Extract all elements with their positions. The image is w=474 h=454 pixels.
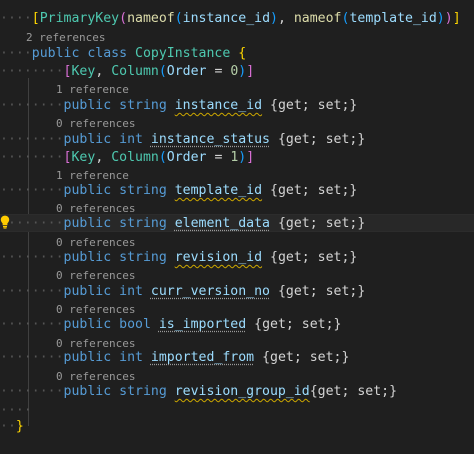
accessors: {get; set;} [246,317,342,332]
accessors: {get; set;} [262,183,358,198]
identifier: template_id [349,11,437,26]
paren: ) [444,11,453,26]
brace: } [15,419,24,434]
code-line-class-declaration[interactable]: ····public class CopyInstance { [0,45,246,63]
attribute-name: Key [71,64,96,79]
codelens-references[interactable]: 1 reference [56,169,129,183]
paren: ( [158,150,167,165]
accessors: {get; set;} [254,350,350,365]
property-name: revision_group_id [174,384,310,399]
code-line-property[interactable]: ········public string template_id {get; … [0,182,357,200]
attribute-name: PrimaryKey [39,11,120,26]
code-line-property[interactable]: ········public string revision_group_id{… [0,383,397,401]
keyword: public [63,216,112,231]
keyword: class [87,46,128,61]
identifier: Order [166,64,207,79]
code-line-primary-key[interactable]: ····[PrimaryKey(nameof(instance_id), nam… [0,10,461,28]
property-name: revision_id [174,250,263,265]
keyword: public [31,46,80,61]
code-line-property[interactable]: ········public int instance_status {get;… [0,131,365,149]
accessors: {get; set;} [262,98,358,113]
paren: ( [119,11,128,26]
accessors: {get; set;} [262,250,358,265]
function-name: nameof [293,11,342,26]
keyword: public [63,317,112,332]
bracket: ] [452,11,461,26]
type-keyword: int [119,284,143,299]
accessors: {get; set;} [270,216,366,231]
codelens-references[interactable]: 0 references [56,269,135,283]
code-line-property-active[interactable]: ········public string element_data {get;… [0,214,474,232]
attribute-name: Column [111,64,159,79]
codelens-references[interactable]: 1 reference [56,83,129,97]
bracket: ] [246,64,255,79]
type-keyword: int [119,350,143,365]
keyword: public [63,183,112,198]
type-keyword: string [119,216,167,231]
class-name: CopyInstance [135,46,231,61]
codelens-references[interactable]: 2 references [26,31,105,45]
function-name: nameof [127,11,175,26]
code-line-property[interactable]: ········public int imported_from {get; s… [0,349,349,367]
keyword: public [63,98,112,113]
property-name: is_imported [158,317,247,332]
type-keyword: string [119,250,167,265]
property-name: instance_status [150,132,270,147]
code-line-property[interactable]: ········public bool is_imported {get; se… [0,316,341,334]
comma: , [277,11,294,26]
keyword: public [63,284,112,299]
operator: = [206,150,231,165]
attribute-name: Key [71,150,96,165]
lightbulb-icon[interactable] [0,215,10,229]
codelens-references[interactable]: 0 references [56,303,135,317]
comma: , [95,150,112,165]
code-line-property[interactable]: ········public string instance_id {get; … [0,97,357,115]
bracket: [ [31,11,40,26]
comma: , [95,64,112,79]
keyword: public [63,250,112,265]
identifier: instance_id [182,11,271,26]
code-line-property[interactable]: ········public string revision_id {get; … [0,249,357,267]
property-name: element_data [174,216,270,231]
type-keyword: bool [119,317,151,332]
property-name: curr_version_no [150,284,270,299]
property-name: instance_id [174,98,263,113]
accessors: {get; set;} [270,284,366,299]
code-line-class-close[interactable]: ··} [0,418,24,436]
keyword: public [63,384,112,399]
property-name: imported_from [150,350,255,365]
paren: ( [174,11,183,26]
keyword: public [63,132,112,147]
type-keyword: string [119,98,167,113]
paren: ) [436,11,445,26]
code-line-key-attribute[interactable]: ········[Key, Column(Order = 0)] [0,63,254,81]
code-line-property[interactable]: ········public int curr_version_no {get;… [0,283,365,301]
operator: = [206,64,231,79]
property-name: template_id [174,183,263,198]
type-keyword: string [119,183,167,198]
bracket: ] [246,150,255,165]
code-editor[interactable]: ····[PrimaryKey(nameof(instance_id), nam… [0,0,474,454]
attribute-name: Column [111,150,159,165]
accessors: {get; set;} [270,132,366,147]
type-keyword: int [119,132,143,147]
paren: ) [270,11,278,26]
brace: { [238,46,247,61]
accessors: {get; set;} [309,384,398,399]
codelens-references[interactable]: 0 references [56,117,135,131]
paren: ( [158,64,167,79]
identifier: Order [166,150,207,165]
code-line-key-attribute[interactable]: ········[Key, Column(Order = 1)] [0,149,254,167]
keyword: public [63,350,112,365]
codelens-references[interactable]: 0 references [56,236,135,250]
type-keyword: string [119,384,167,399]
codelens-references[interactable]: 0 references [56,370,135,384]
